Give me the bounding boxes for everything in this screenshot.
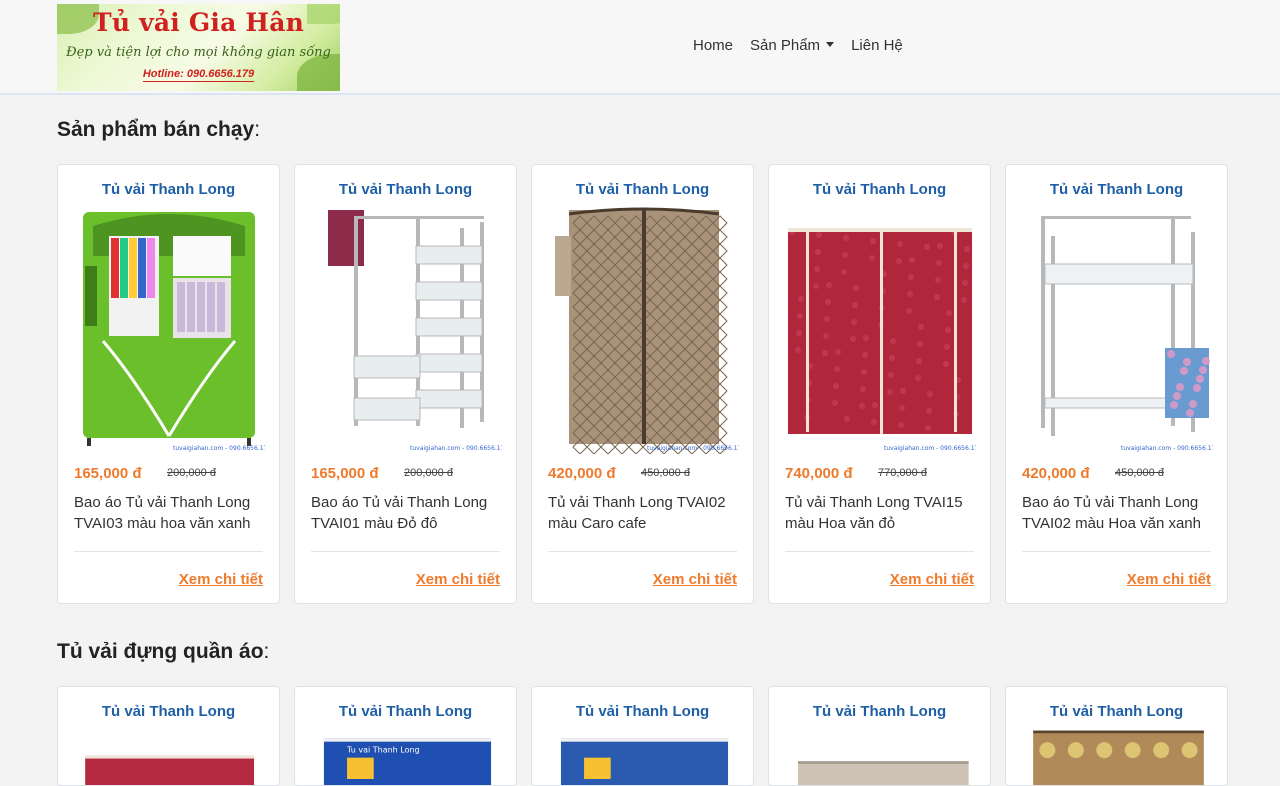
product-old-price: 450,000 đ xyxy=(641,467,690,479)
view-details-link[interactable]: Xem chi tiết xyxy=(416,571,500,588)
product-brand: Tủ vải Thanh Long xyxy=(575,703,710,720)
product-old-price: 450,000 đ xyxy=(1115,467,1164,479)
card-divider xyxy=(548,551,737,552)
nav-home[interactable]: Home xyxy=(693,37,733,54)
svg-text:tuvaigiahan.com - 090.6656.179: tuvaigiahan.com - 090.6656.179 xyxy=(884,445,976,452)
site-logo[interactable]: Tủ vải Gia Hân Đẹp và tiện lợi cho mọi k… xyxy=(57,4,340,91)
product-card[interactable]: Tủ vải Thanh Long xyxy=(1005,686,1228,786)
product-image[interactable]: Tu vai Thanh Long xyxy=(310,731,505,786)
main-nav: Home Sản Phẩm Liên Hệ xyxy=(693,37,903,54)
svg-text:tuvaigiahan.com - 090.6656.179: tuvaigiahan.com - 090.6656.179 xyxy=(647,445,739,452)
product-brand: Tủ vải Thanh Long xyxy=(1049,703,1184,720)
product-price: 420,000 đ xyxy=(1022,465,1090,482)
product-image[interactable]: tuvaigiahan.com - 090.6656.179 xyxy=(784,206,976,454)
product-name[interactable]: Tủ vải Thanh Long TVAI02 màu Caro cafe xyxy=(548,492,740,534)
site-header: Tủ vải Gia Hân Đẹp và tiện lợi cho mọi k… xyxy=(0,0,1280,95)
section-title-bestsellers: Sản phẩm bán chạy: xyxy=(57,118,261,141)
product-brand: Tủ vải Thanh Long xyxy=(101,181,236,198)
logo-title: Tủ vải Gia Hân xyxy=(93,8,304,37)
product-card[interactable]: Tủ vải Thanh Long tuvaigiahan.com - 090.… xyxy=(1005,164,1228,604)
product-image[interactable] xyxy=(73,731,268,786)
view-details-link[interactable]: Xem chi tiết xyxy=(1127,571,1211,588)
product-image[interactable]: tuvaigiahan.com - 090.6656.179 xyxy=(1021,206,1213,454)
product-name[interactable]: Tủ vải Thanh Long TVAI15 màu Hoa văn đỏ xyxy=(785,492,977,534)
product-image[interactable] xyxy=(1021,727,1216,786)
product-brand: Tủ vải Thanh Long xyxy=(1049,181,1184,198)
product-card[interactable]: Tủ vải Thanh Long xyxy=(531,686,754,786)
product-card[interactable]: Tủ vải Thanh Long tuvaigiahan.com - 090.… xyxy=(768,164,991,604)
product-price: 165,000 đ xyxy=(311,465,379,482)
product-card[interactable]: Tủ vải Thanh Long tuvaigiahan.com - 090.… xyxy=(57,164,280,604)
caret-down-icon xyxy=(826,42,835,47)
product-image[interactable]: tuvaigiahan.com - 090.6656.179 xyxy=(73,206,265,454)
logo-hotline: Hotline: 090.6656.179 xyxy=(142,68,255,82)
product-image[interactable] xyxy=(547,731,742,786)
svg-text:tuvaigiahan.com - 090.6656.179: tuvaigiahan.com - 090.6656.179 xyxy=(173,445,265,452)
card-divider xyxy=(311,551,500,552)
product-name[interactable]: Bao áo Tủ vải Thanh Long TVAI01 màu Đỏ đ… xyxy=(311,492,503,534)
product-old-price: 200,000 đ xyxy=(167,467,216,479)
product-old-price: 200,000 đ xyxy=(404,467,453,479)
product-card[interactable]: Tủ vải Thanh Long tuvaigiahan.com - 090.… xyxy=(531,164,754,604)
product-card[interactable]: Tủ vải Thanh Long tuvaigiahan.com - 090.… xyxy=(294,164,517,604)
view-details-link[interactable]: Xem chi tiết xyxy=(890,571,974,588)
product-price: 420,000 đ xyxy=(548,465,616,482)
product-brand: Tủ vải Thanh Long xyxy=(575,181,710,198)
section-title-wardrobes: Tủ vải đựng quần áo: xyxy=(57,640,270,663)
card-divider xyxy=(74,551,263,552)
product-image[interactable]: tuvaigiahan.com - 090.6656.179 xyxy=(547,206,739,454)
svg-text:Tu vai Thanh Long: Tu vai Thanh Long xyxy=(346,745,420,754)
product-brand: Tủ vải Thanh Long xyxy=(812,181,947,198)
product-brand: Tủ vải Thanh Long xyxy=(338,181,473,198)
product-name[interactable]: Bao áo Tủ vải Thanh Long TVAI02 màu Hoa … xyxy=(1022,492,1214,534)
nav-products-dropdown[interactable]: Sản Phẩm xyxy=(750,37,835,54)
product-brand: Tủ vải Thanh Long xyxy=(101,703,236,720)
svg-text:tuvaigiahan.com - 090.6656.179: tuvaigiahan.com - 090.6656.179 xyxy=(410,445,502,452)
product-brand: Tủ vải Thanh Long xyxy=(812,703,947,720)
card-divider xyxy=(785,551,974,552)
logo-tagline: Đẹp và tiện lợi cho mọi không gian sống xyxy=(66,45,331,60)
nav-contact[interactable]: Liên Hệ xyxy=(851,37,903,54)
view-details-link[interactable]: Xem chi tiết xyxy=(179,571,263,588)
product-card[interactable]: Tủ vải Thanh Long Tu vai Thanh Long xyxy=(294,686,517,786)
product-brand: Tủ vải Thanh Long xyxy=(338,703,473,720)
product-price: 165,000 đ xyxy=(74,465,142,482)
product-name[interactable]: Bao áo Tủ vải Thanh Long TVAI03 màu hoa … xyxy=(74,492,266,534)
product-image[interactable]: tuvaigiahan.com - 090.6656.179 xyxy=(310,206,502,454)
card-divider xyxy=(1022,551,1211,552)
product-price: 740,000 đ xyxy=(785,465,853,482)
product-card[interactable]: Tủ vải Thanh Long xyxy=(768,686,991,786)
product-card[interactable]: Tủ vải Thanh Long xyxy=(57,686,280,786)
product-image[interactable] xyxy=(784,731,979,786)
product-old-price: 770,000 đ xyxy=(878,467,927,479)
svg-text:tuvaigiahan.com - 090.6656.179: tuvaigiahan.com - 090.6656.179 xyxy=(1121,445,1213,452)
view-details-link[interactable]: Xem chi tiết xyxy=(653,571,737,588)
